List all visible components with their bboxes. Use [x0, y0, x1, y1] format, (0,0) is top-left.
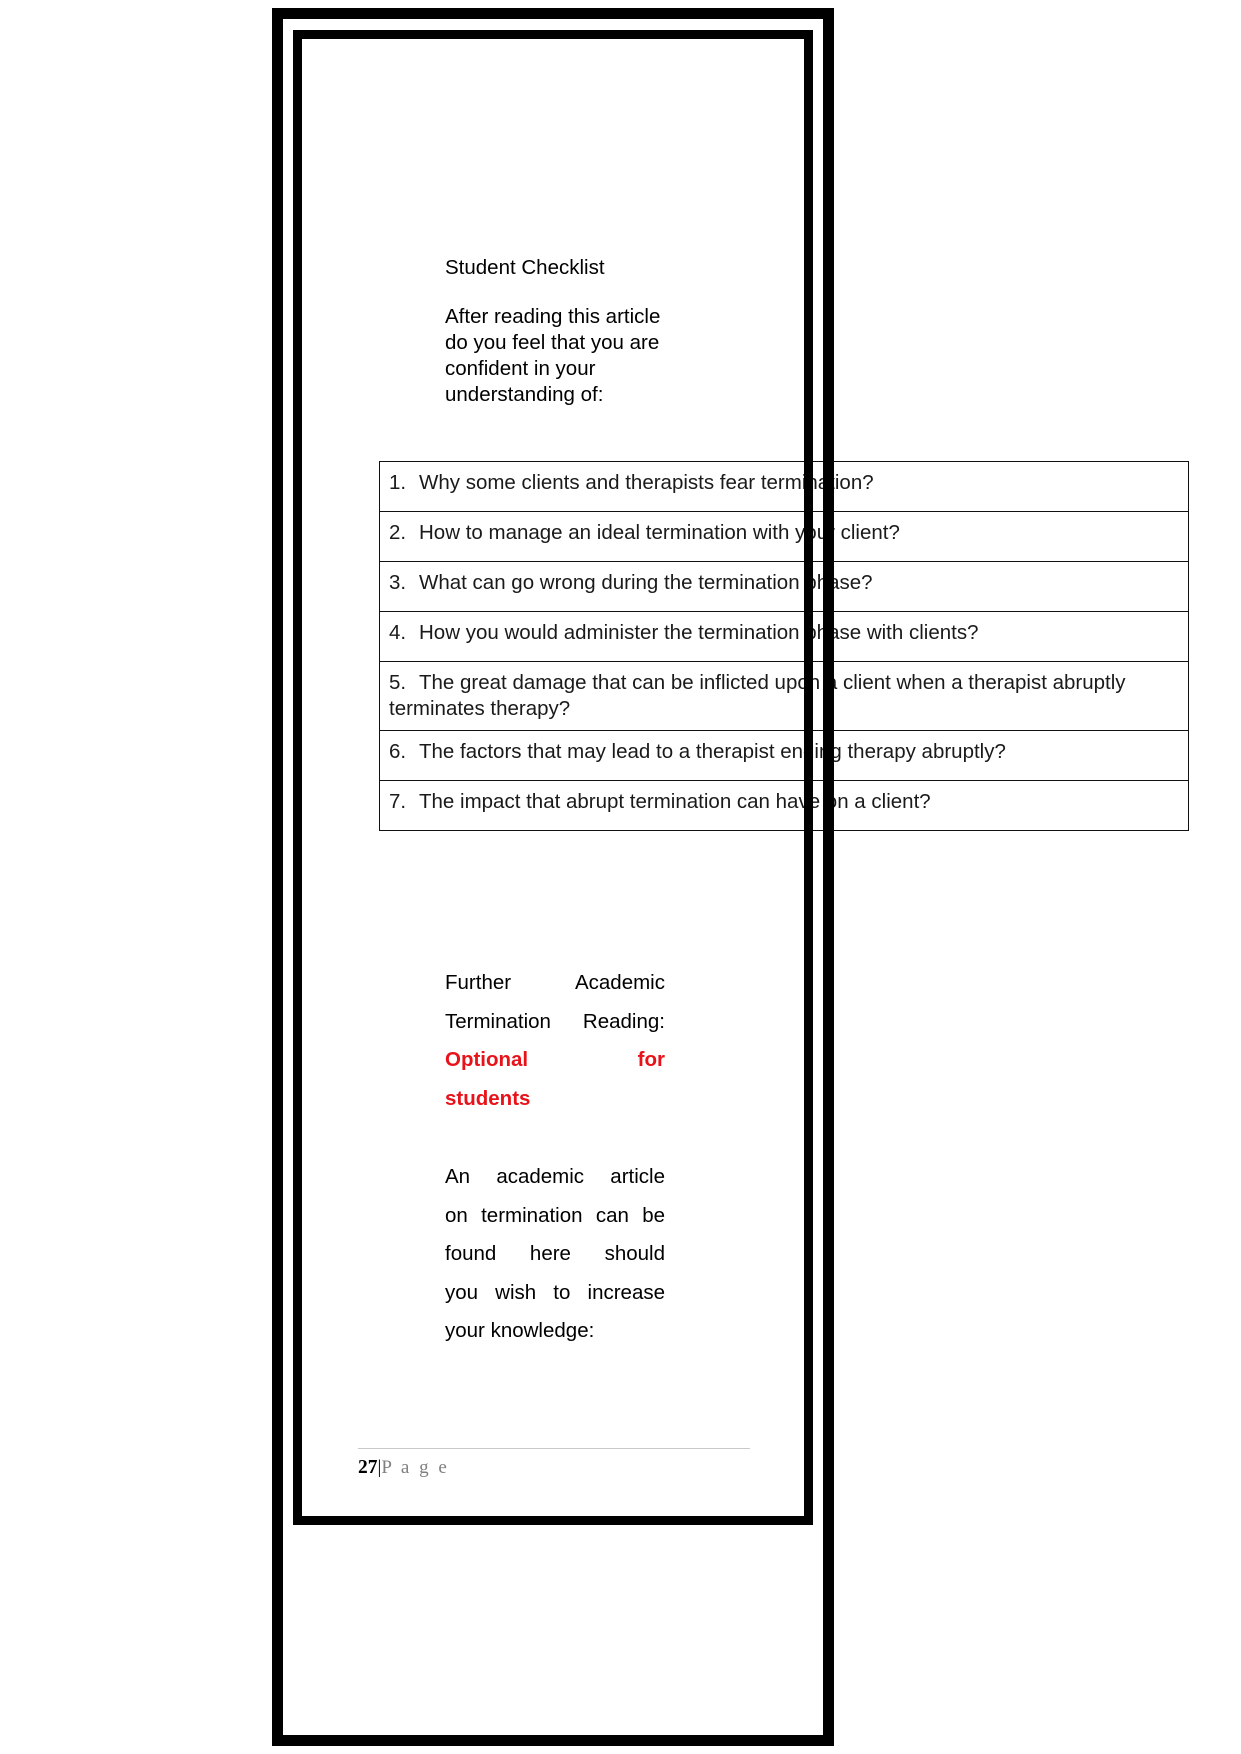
- academic-note-line-5: your knowledge:: [445, 1319, 595, 1342]
- checklist-item-number: 6.: [389, 740, 407, 763]
- checklist-item-number: 7.: [389, 790, 407, 813]
- checklist-item-text: What can go wrong during the termination…: [419, 571, 873, 594]
- checklist-cell[interactable]: 3. What can go wrong during the terminati…: [379, 561, 1189, 612]
- page-footer: 27|P a g e: [358, 1448, 750, 1479]
- student-checklist-table: 1. Why some clients and therapists fear t…: [379, 461, 1189, 831]
- checklist-cell[interactable]: 7. The impact that abrupt termination can…: [379, 780, 1189, 831]
- checklist-item-text: The factors that may lead to a therapist…: [419, 740, 1006, 763]
- document-content: Student Checklist After reading this art…: [0, 0, 1241, 1754]
- checklist-cell[interactable]: 4. How you would administer the terminati…: [379, 611, 1189, 662]
- checklist-item-number: 1.: [389, 471, 407, 494]
- table-row[interactable]: 6. The factors that may lead to a therapi…: [379, 730, 1189, 781]
- table-row[interactable]: 1. Why some clients and therapists fear t…: [379, 461, 1189, 512]
- checklist-item-text: The impact that abrupt termination can h…: [419, 790, 931, 813]
- table-row[interactable]: 4. How you would administer the terminati…: [379, 611, 1189, 662]
- table-row[interactable]: 5. The great damage that can be inflicted…: [379, 661, 1189, 731]
- checklist-heading-block: Student Checklist After reading this art…: [445, 252, 675, 408]
- footer-page-number: 27: [358, 1457, 378, 1478]
- academic-note-line-2: on termination can be: [445, 1203, 665, 1227]
- checklist-cell[interactable]: 2. How to manage an ideal termination wit…: [379, 511, 1189, 562]
- further-reading-line-1: Further Academic: [445, 971, 665, 994]
- checklist-cell[interactable]: 5. The great damage that can be inflicted…: [379, 661, 1189, 731]
- further-reading-line-2: Termination Reading:: [445, 1009, 665, 1033]
- checklist-item-text: How to manage an ideal termination with …: [419, 521, 900, 544]
- academic-note-block: An academic article on termination can b…: [445, 1158, 665, 1351]
- footer-text: 27|P a g e: [358, 1457, 750, 1479]
- optional-highlight-line-1: Optional for: [445, 1048, 665, 1071]
- checklist-item-text: The great damage that can be inflicted u…: [389, 671, 1126, 720]
- table-row[interactable]: 3. What can go wrong during the terminati…: [379, 561, 1189, 612]
- further-reading-block: Further Academic Termination Reading: Op…: [445, 964, 665, 1118]
- footer-page-word: P a g e: [381, 1457, 450, 1478]
- checklist-item-number: 5.: [389, 671, 407, 694]
- checklist-item-number: 2.: [389, 521, 407, 544]
- academic-note-line-4: you wish to increase: [445, 1280, 665, 1304]
- table-row[interactable]: 7. The impact that abrupt termination can…: [379, 780, 1189, 831]
- checklist-item-text: Why some clients and therapists fear ter…: [419, 471, 874, 494]
- checklist-item-text: How you would administer the termination…: [419, 621, 979, 644]
- footer-divider: [358, 1448, 750, 1449]
- checklist-item-number: 4.: [389, 621, 407, 644]
- optional-highlight-line-2: students: [445, 1086, 531, 1110]
- checklist-intro-text: After reading this article do you feel t…: [445, 305, 661, 406]
- checklist-cell[interactable]: 1. Why some clients and therapists fear t…: [379, 461, 1189, 512]
- academic-note-line-3: found here should: [445, 1242, 665, 1265]
- checklist-cell[interactable]: 6. The factors that may lead to a therapi…: [379, 730, 1189, 781]
- table-row[interactable]: 2. How to manage an ideal termination wit…: [379, 511, 1189, 562]
- page-title: Student Checklist: [445, 256, 605, 279]
- academic-note-line-1: An academic article: [445, 1165, 665, 1188]
- checklist-item-number: 3.: [389, 571, 407, 594]
